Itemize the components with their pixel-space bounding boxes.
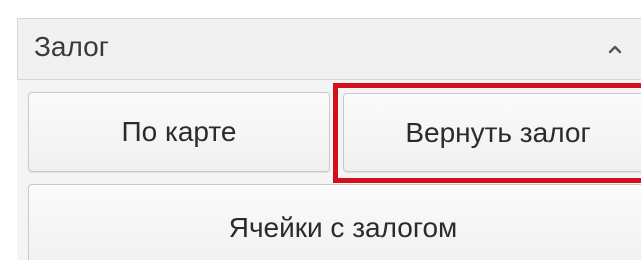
deposit-panel: Залог По карте Вернуть залог Ячейки с за… <box>0 0 641 260</box>
panel-title: Залог <box>34 31 109 62</box>
by-card-button[interactable]: По карте <box>28 92 330 172</box>
chevron-up-icon[interactable] <box>608 44 622 54</box>
cells-with-deposit-button[interactable]: Ячейки с залогом <box>28 184 641 260</box>
return-deposit-button[interactable]: Вернуть залог <box>343 93 641 172</box>
panel-header[interactable]: Залог <box>17 18 641 80</box>
